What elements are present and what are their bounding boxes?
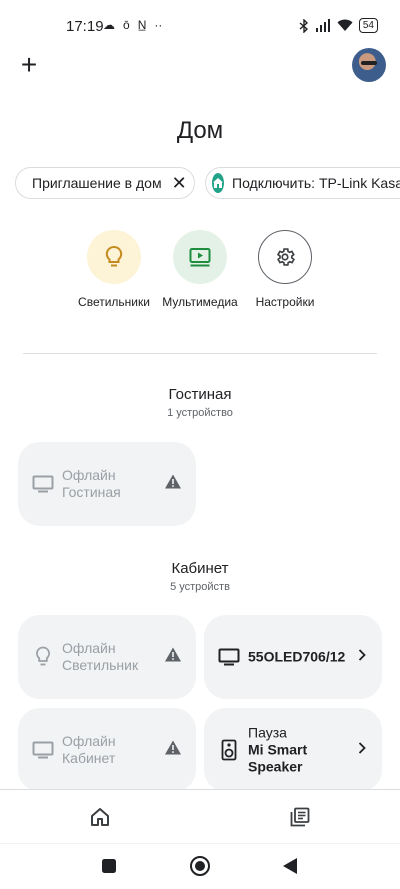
- status-bar: 17:19 ☁ ō N̲ ·· 54: [0, 0, 400, 56]
- settings-action[interactable]: Настройки: [240, 230, 330, 309]
- signal-icon: [315, 19, 330, 32]
- wifi-icon: [337, 19, 353, 31]
- connect-chip-label: Подключить: TP-Link Kasa: [232, 175, 400, 191]
- device-name-line1: Mi Smart: [248, 741, 308, 758]
- bottom-nav: [0, 789, 400, 843]
- device-tile[interactable]: Офлайн Светильник: [18, 615, 196, 699]
- tv-icon: [32, 739, 54, 761]
- more-notifications-icon: ··: [154, 18, 163, 32]
- media-play-icon: [189, 248, 211, 267]
- bulb-icon: [105, 245, 123, 267]
- device-status: Офлайн: [62, 733, 116, 749]
- home-tab-icon[interactable]: [87, 804, 113, 830]
- n-app-icon: N̲: [137, 18, 147, 32]
- system-status-icons: 54: [299, 18, 378, 33]
- notification-icons: ☁ ō N̲ ··: [103, 18, 162, 32]
- device-text: Офлайн Кабинет: [62, 733, 116, 767]
- lights-action-label: Светильники: [78, 295, 150, 309]
- connect-chip[interactable]: Подключить: TP-Link Kasa: [205, 167, 400, 199]
- home-button[interactable]: [189, 855, 211, 882]
- app-notification-icon: ō: [123, 18, 130, 32]
- device-name: Гостиная: [62, 484, 121, 500]
- device-status: Офлайн: [62, 640, 116, 656]
- device-name-line2: Speaker: [248, 758, 303, 775]
- media-action[interactable]: Мультимедиа: [155, 230, 245, 309]
- room-title-office: Кабинет: [171, 560, 229, 577]
- media-action-circle[interactable]: [173, 230, 227, 284]
- avatar[interactable]: [352, 48, 386, 82]
- device-tile[interactable]: 55OLED706/12: [204, 615, 382, 699]
- device-text: Офлайн Гостиная: [62, 467, 121, 501]
- lights-action-circle[interactable]: [87, 230, 141, 284]
- bluetooth-icon: [299, 18, 308, 33]
- speaker-icon: [218, 739, 240, 761]
- bulb-icon: [32, 646, 54, 668]
- close-icon[interactable]: ✕: [172, 173, 187, 194]
- invite-chip[interactable]: Приглашение в дом ✕: [15, 167, 195, 199]
- system-nav-bar: [0, 843, 400, 889]
- tv-icon: [32, 473, 54, 495]
- room-title-living: Гостиная: [168, 386, 232, 403]
- gear-icon: [276, 248, 295, 266]
- warning-icon: [164, 474, 182, 495]
- home-app-icon: [212, 173, 224, 193]
- battery-indicator: 54: [358, 18, 378, 33]
- device-text: Офлайн Светильник: [62, 640, 138, 674]
- divider: [23, 353, 377, 354]
- invite-chip-label: Приглашение в дом: [32, 175, 162, 191]
- device-name: 55OLED706/12: [248, 648, 346, 665]
- settings-action-circle[interactable]: [258, 230, 312, 284]
- chevron-right-icon: [358, 648, 366, 666]
- device-text: Пауза Mi Smart Speaker: [248, 725, 307, 776]
- room-device-count-living: 1 устройство: [167, 407, 233, 419]
- status-time: 17:19: [66, 18, 104, 35]
- back-button[interactable]: [282, 857, 298, 880]
- settings-action-label: Настройки: [255, 295, 315, 309]
- device-tile[interactable]: Офлайн Гостиная: [18, 442, 196, 526]
- add-button[interactable]: +: [15, 50, 43, 80]
- device-status: Пауза: [248, 724, 287, 741]
- device-name: Кабинет: [62, 750, 116, 766]
- room-device-count-office: 5 устройств: [170, 581, 230, 593]
- device-tile[interactable]: Пауза Mi Smart Speaker: [204, 708, 382, 792]
- chevron-right-icon: [358, 741, 366, 759]
- cloud-icon: ☁: [103, 18, 115, 32]
- page-title: Дом: [176, 117, 224, 144]
- warning-icon: [164, 647, 182, 668]
- device-status: Офлайн: [62, 467, 116, 483]
- media-action-label: Мультимедиа: [162, 295, 238, 309]
- feed-tab-icon[interactable]: [287, 804, 313, 830]
- tv-icon: [218, 646, 240, 668]
- device-name: Светильник: [62, 657, 139, 673]
- recents-button[interactable]: [101, 858, 117, 879]
- device-tile[interactable]: Офлайн Кабинет: [18, 708, 196, 792]
- warning-icon: [164, 740, 182, 761]
- lights-action[interactable]: Светильники: [69, 230, 159, 309]
